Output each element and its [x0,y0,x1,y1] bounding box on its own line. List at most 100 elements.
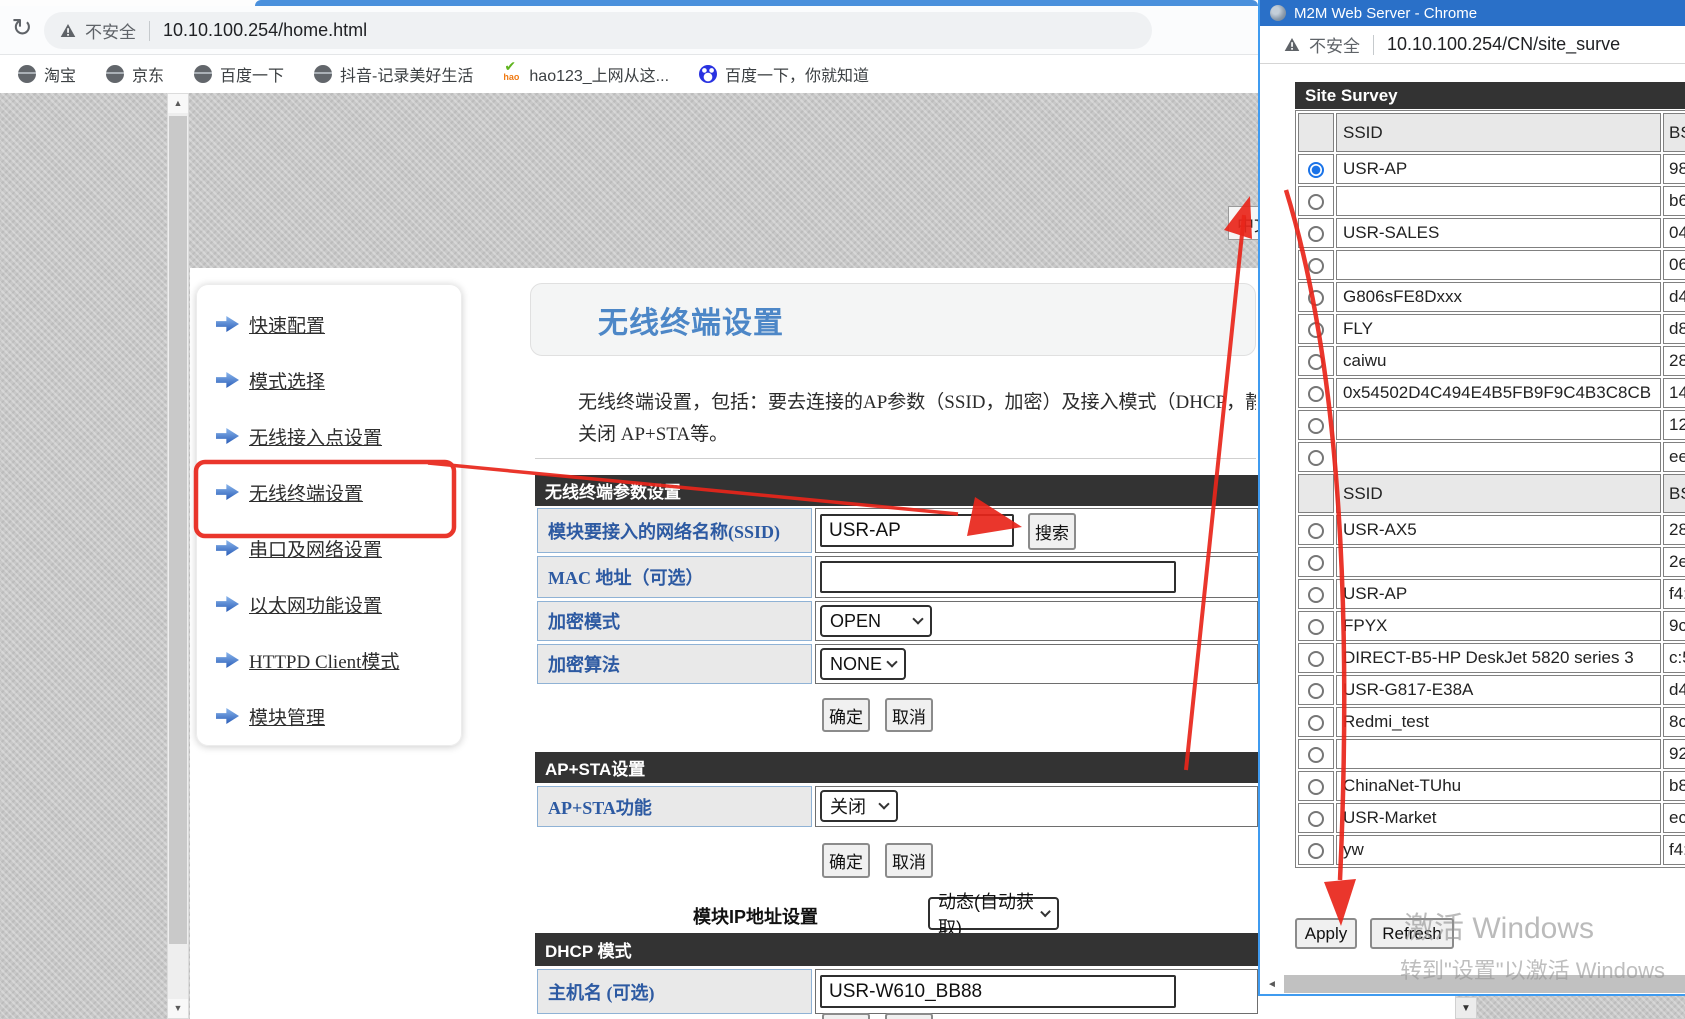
radio-cell[interactable] [1298,218,1334,248]
bookmark-item[interactable]: 淘宝 [18,62,76,86]
radio-cell[interactable] [1298,579,1334,609]
radio-cell[interactable] [1298,611,1334,641]
radio-button-icon[interactable] [1308,226,1324,242]
radio-button-icon[interactable] [1308,354,1324,370]
radio-cell[interactable] [1298,771,1334,801]
scrollbar-thumb[interactable] [169,116,187,944]
sidebar-menu-item[interactable]: 无线接入点设置 [216,423,399,449]
bookmark-item[interactable]: 百度一下，你就知道 [699,62,869,86]
popup-title-bar[interactable]: M2M Web Server - Chrome [1260,0,1685,26]
sidebar-menu-item[interactable]: 串口及网络设置 [216,535,399,561]
radio-cell[interactable] [1298,282,1334,312]
bookmark-favicon-icon [314,65,332,83]
radio-cell[interactable] [1298,739,1334,769]
radio-button-icon[interactable] [1308,418,1324,434]
cancel-button[interactable]: 取消 [885,698,933,732]
address-divider [1373,35,1374,55]
divider [535,458,1256,459]
bssid-cell: f4: [1663,835,1685,865]
ok-button[interactable]: 确定 [822,843,870,878]
address-divider [149,21,150,41]
radio-button-icon[interactable] [1308,587,1324,603]
radio-button-icon[interactable] [1308,683,1324,699]
radio-cell[interactable] [1298,113,1334,152]
radio-button-icon[interactable] [1308,322,1324,338]
radio-button-icon[interactable] [1308,450,1324,466]
radio-button-icon[interactable] [1308,290,1324,306]
survey-row: DIRECT-B5-HP DeskJet 5820 series 3 c:5 [1298,643,1685,673]
popup-address-bar[interactable]: 不安全 10.10.100.254/CN/site_surve [1260,26,1685,64]
ok-button[interactable]: 确定 [822,1013,870,1019]
globe-favicon-icon [1270,5,1286,21]
radio-button-icon[interactable] [1308,386,1324,402]
sidebar-menu-item[interactable]: 模式选择 [216,367,399,393]
radio-cell[interactable] [1298,154,1334,184]
ssid-input[interactable] [820,514,1014,547]
search-button[interactable]: 搜索 [1028,513,1076,550]
radio-cell[interactable] [1298,378,1334,408]
radio-button-icon[interactable] [1308,715,1324,731]
bookmark-item[interactable]: 百度一下 [194,62,284,86]
radio-cell[interactable] [1298,346,1334,376]
radio-button-icon[interactable] [1308,811,1324,827]
apsta-select[interactable]: 关闭 [820,790,898,822]
reload-icon[interactable]: ↻ [8,13,36,43]
encryption-mode-value: OPEN [830,611,881,632]
radio-button-icon[interactable] [1308,194,1324,210]
radio-button-icon[interactable] [1308,747,1324,763]
sidebar-menu-item[interactable]: 无线终端设置 [216,479,399,505]
bssid-cell: 2e [1663,547,1685,577]
radio-button-icon[interactable] [1308,258,1324,274]
survey-row: USR-G817-E38A d4 [1298,675,1685,705]
radio-button-icon[interactable] [1308,843,1324,859]
radio-cell[interactable] [1298,314,1334,344]
apsta-value: 关闭 [830,793,866,819]
radio-cell[interactable] [1298,835,1334,865]
bookmark-item[interactable]: 京东 [106,62,164,86]
ssid-cell: FPYX [1336,611,1661,641]
ssid-cell: USR-SALES [1336,218,1661,248]
bookmark-item[interactable]: hao123_上网从这... [503,62,669,86]
radio-cell[interactable] [1298,515,1334,545]
radio-button-icon[interactable] [1308,619,1324,635]
radio-button-icon[interactable] [1308,162,1324,178]
radio-cell[interactable] [1298,547,1334,577]
ip-mode-select[interactable]: 动态(自动获取) [928,897,1059,930]
radio-cell[interactable] [1298,643,1334,673]
radio-cell[interactable] [1298,707,1334,737]
radio-cell[interactable] [1298,410,1334,440]
menu-item-label: 串口及网络设置 [249,535,382,562]
apply-button[interactable]: Apply [1295,918,1357,949]
section-header-apsta: AP+STA设置 [535,752,1258,783]
radio-cell[interactable] [1298,803,1334,833]
radio-button-icon[interactable] [1308,779,1324,795]
sidebar-menu-item[interactable]: HTTPD Client模式 [216,647,399,673]
encryption-mode-select[interactable]: OPEN [820,605,932,637]
cancel-button[interactable]: 取消 [885,843,933,878]
page-title: 无线终端设置 [598,298,784,342]
ok-button[interactable]: 确定 [822,698,870,732]
sidebar-menu-item[interactable]: 快速配置 [216,311,399,337]
left-frame-scrollbar[interactable]: ▲ ▼ [167,93,189,1019]
hostname-input[interactable] [820,975,1176,1008]
scroll-up-icon[interactable]: ▲ [168,94,188,113]
radio-cell[interactable] [1298,442,1334,472]
encryption-alg-select[interactable]: NONE [820,648,906,680]
bookmark-item[interactable]: 抖音-记录美好生活 [314,62,473,86]
hscroll-left-icon[interactable]: ◄ [1263,976,1281,994]
radio-button-icon[interactable] [1308,555,1324,571]
radio-cell[interactable] [1298,250,1334,280]
radio-cell[interactable] [1298,186,1334,216]
radio-button-icon[interactable] [1308,523,1324,539]
sidebar-menu-item[interactable]: 模块管理 [216,703,399,729]
mac-input[interactable] [820,561,1176,593]
ssid-cell [1336,250,1661,280]
radio-cell[interactable] [1298,675,1334,705]
cancel-button[interactable]: 取消 [885,1013,933,1019]
radio-cell[interactable] [1298,474,1334,513]
scroll-down-icon[interactable]: ▼ [168,999,188,1018]
address-bar[interactable]: 不安全 10.10.100.254/home.html [44,12,1152,49]
right-frame-scroll-down-icon[interactable]: ▼ [1455,997,1477,1019]
sidebar-menu-item[interactable]: 以太网功能设置 [216,591,399,617]
radio-button-icon[interactable] [1308,651,1324,667]
